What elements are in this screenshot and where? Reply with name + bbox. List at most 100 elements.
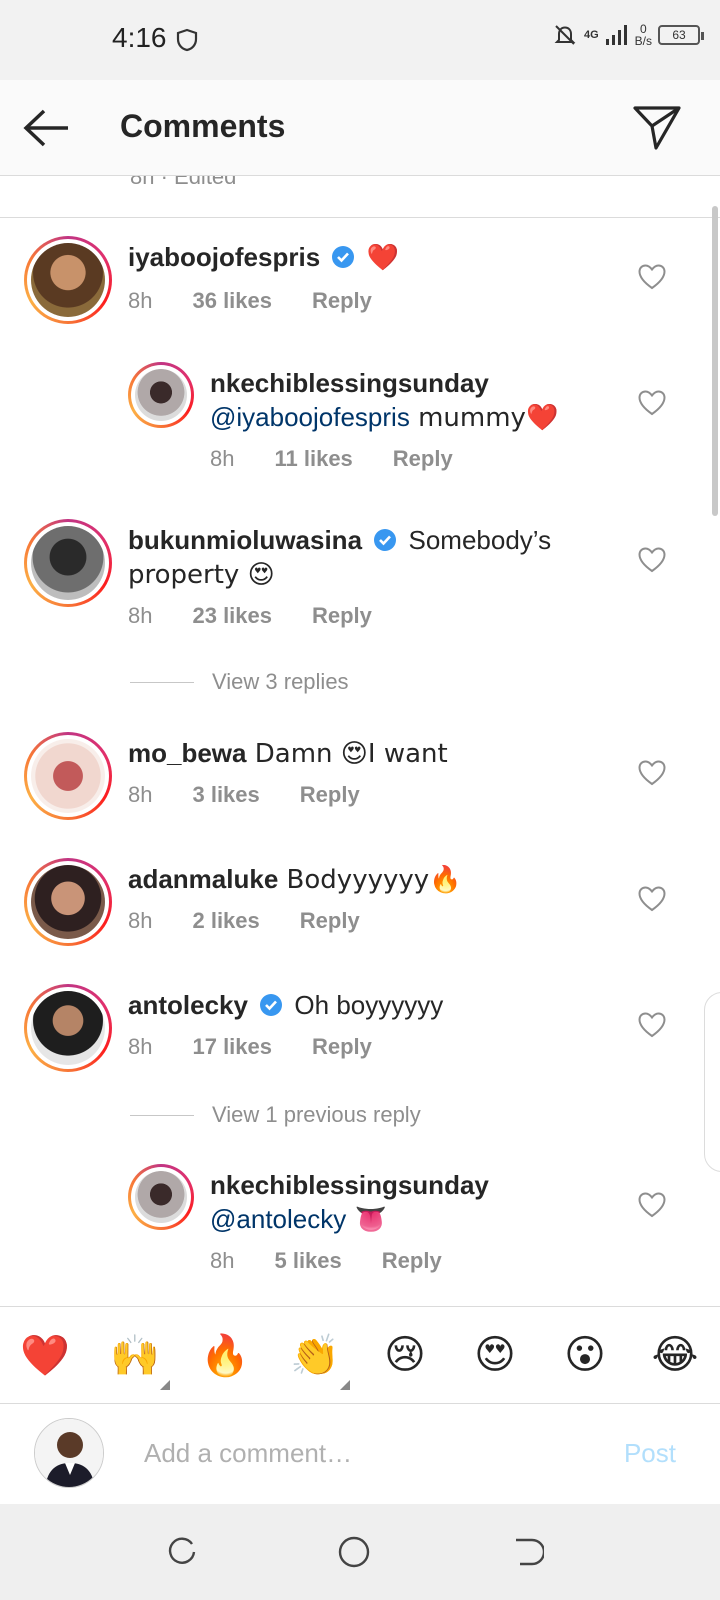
- like-heart-icon[interactable]: [638, 886, 666, 912]
- comment-likes[interactable]: 17 likes: [192, 1034, 272, 1060]
- status-time: 4:16: [112, 22, 167, 53]
- comment-meta: 8h 17 likes Reply: [128, 1034, 372, 1060]
- comment-username[interactable]: antolecky: [128, 990, 248, 1020]
- comment-text: nkechiblessingsunday @antolecky 👅: [210, 1168, 489, 1237]
- emoji-fire-button[interactable]: 🔥: [196, 1326, 254, 1384]
- emoji-clap-button[interactable]: 👏: [286, 1326, 350, 1390]
- shield-icon: [176, 28, 198, 52]
- avatar[interactable]: [24, 236, 112, 324]
- comment-username[interactable]: adanmaluke: [128, 864, 278, 894]
- emoji-laughing-button[interactable]: 😂: [646, 1326, 704, 1384]
- skin-tone-indicator: [160, 1380, 170, 1390]
- user-portrait-icon: [35, 1419, 103, 1487]
- avatar[interactable]: [24, 732, 112, 820]
- comment-body: Damn 😍I want: [246, 739, 448, 769]
- comment-username[interactable]: bukunmioluwasina: [128, 525, 362, 555]
- comment-likes[interactable]: 36 likes: [192, 288, 272, 314]
- comment-meta: 8h 5 likes Reply: [210, 1248, 442, 1274]
- like-heart-icon[interactable]: [638, 1012, 666, 1038]
- header: Comments: [0, 80, 720, 176]
- comment-input[interactable]: [144, 1428, 584, 1478]
- avatar[interactable]: [24, 519, 112, 607]
- view-previous-replies-button[interactable]: View 1 previous reply: [130, 1102, 421, 1128]
- emoji-crying-button[interactable]: 😢: [376, 1326, 434, 1384]
- post-button[interactable]: Post: [624, 1438, 676, 1469]
- avatar[interactable]: [24, 858, 112, 946]
- avatar[interactable]: [128, 362, 194, 428]
- comment-text: mo_bewa Damn 😍I want: [128, 736, 448, 771]
- comment-time: 8h: [128, 782, 153, 807]
- comment-mention[interactable]: @iyaboojofespris: [210, 402, 410, 432]
- like-heart-icon[interactable]: [638, 264, 666, 290]
- reply-button[interactable]: Reply: [312, 288, 372, 314]
- like-heart-icon[interactable]: [638, 1192, 666, 1218]
- comment-text: nkechiblessingsunday @iyaboojofespris mu…: [210, 366, 558, 435]
- comment-username[interactable]: nkechiblessingsunday: [210, 1170, 489, 1200]
- signal-icon: [605, 25, 627, 45]
- reply-button[interactable]: Reply: [300, 782, 360, 808]
- comment-likes[interactable]: 11 likes: [274, 446, 352, 472]
- comment-body: ❤️: [366, 243, 399, 273]
- emoji-clap-glyph: 👏: [290, 1332, 340, 1379]
- comment-likes[interactable]: 2 likes: [192, 908, 259, 934]
- comments-list[interactable]: 8h · Edited iyaboojofespris ❤️ 8h 36 lik…: [0, 176, 720, 1306]
- comment-text: iyaboojofespris ❤️: [128, 240, 399, 275]
- comment-username[interactable]: nkechiblessingsunday: [210, 368, 489, 398]
- comment-body: Bodyyyyyy🔥: [278, 865, 462, 895]
- comment-likes[interactable]: 23 likes: [192, 603, 272, 629]
- back-nav-icon[interactable]: [508, 1534, 544, 1570]
- like-heart-icon[interactable]: [638, 760, 666, 786]
- comment-meta: 8h 36 likes Reply: [128, 288, 372, 314]
- status-bar: 4:16 4G 0 B/s 63: [0, 0, 720, 80]
- avatar[interactable]: [24, 984, 112, 1072]
- comment-likes[interactable]: 3 likes: [192, 782, 259, 808]
- divider: [130, 681, 194, 683]
- verified-badge-icon: [374, 529, 397, 551]
- like-heart-icon[interactable]: [638, 390, 666, 416]
- recents-icon[interactable]: [164, 1534, 200, 1570]
- avatar[interactable]: [128, 1164, 194, 1230]
- view-replies-label: View 1 previous reply: [212, 1102, 421, 1127]
- comment-text: antolecky Oh boyyyyyy: [128, 988, 443, 1022]
- current-user-avatar: [34, 1418, 104, 1488]
- reply-button[interactable]: Reply: [393, 446, 453, 472]
- divider: [0, 217, 720, 218]
- data-rate: 0 B/s: [635, 23, 652, 47]
- reply-item: nkechiblessingsunday @antolecky 👅 8h 5 l…: [0, 1164, 720, 1294]
- like-heart-icon[interactable]: [638, 547, 666, 573]
- comment-username[interactable]: mo_bewa: [128, 738, 247, 768]
- partial-comment-meta: 8h · Edited: [130, 176, 237, 189]
- direct-send-icon[interactable]: [632, 104, 682, 152]
- comment-body-line1: Somebody’s: [408, 525, 552, 555]
- back-arrow-icon[interactable]: [22, 108, 72, 148]
- comment-mention[interactable]: @antolecky: [210, 1204, 346, 1234]
- comment-body: mummy❤️: [409, 403, 559, 433]
- comment-item: antolecky Oh boyyyyyy 8h 17 likes Reply …: [0, 984, 720, 1154]
- reply-button[interactable]: Reply: [312, 1034, 372, 1060]
- reply-button[interactable]: Reply: [382, 1248, 442, 1274]
- page-title: Comments: [120, 108, 286, 144]
- comment-item: mo_bewa Damn 😍I want 8h 3 likes Reply: [0, 732, 720, 832]
- reply-button[interactable]: Reply: [312, 603, 372, 629]
- emoji-heart-button[interactable]: ❤️: [16, 1326, 74, 1384]
- emoji-raised-hands-button[interactable]: 🙌: [106, 1326, 170, 1390]
- network-label: 4G: [583, 29, 599, 41]
- reply-button[interactable]: Reply: [300, 908, 360, 934]
- comment-meta: 8h 3 likes Reply: [128, 782, 360, 808]
- home-icon[interactable]: [336, 1534, 372, 1570]
- comment-item: bukunmioluwasina Somebody’s property 😍 8…: [0, 519, 720, 709]
- comment-username[interactable]: iyaboojofespris: [128, 242, 320, 272]
- data-rate-unit: B/s: [634, 34, 652, 48]
- verified-badge-icon: [260, 994, 283, 1016]
- emoji-surprised-button[interactable]: 😮: [556, 1326, 614, 1384]
- comment-likes[interactable]: 5 likes: [274, 1248, 341, 1274]
- divider: [130, 1114, 194, 1116]
- emoji-heart-eyes-button[interactable]: 😍: [466, 1326, 524, 1384]
- comment-time: 8h: [128, 288, 153, 313]
- emoji-raised-hands-glyph: 🙌: [110, 1332, 160, 1379]
- view-replies-button[interactable]: View 3 replies: [130, 669, 349, 695]
- comment-time: 8h: [210, 1248, 235, 1273]
- system-nav-bar: [0, 1504, 720, 1600]
- comment-item: adanmaluke Bodyyyyyy🔥 8h 2 likes Reply: [0, 858, 720, 958]
- battery-icon: 63: [658, 25, 704, 45]
